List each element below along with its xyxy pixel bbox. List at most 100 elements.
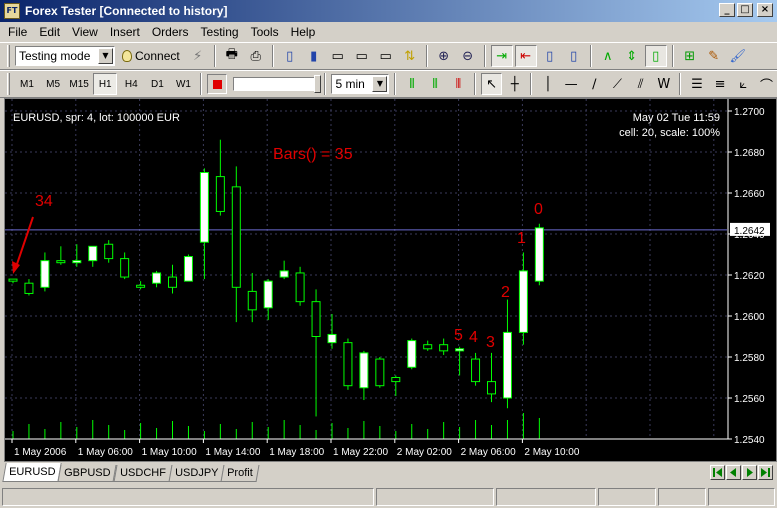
tab-usdjpy[interactable]: USDJPY (168, 465, 225, 482)
wave-icon[interactable]: W (653, 73, 674, 95)
add-template-icon[interactable]: ⊞ (679, 45, 701, 67)
horizontal-line-icon[interactable]: — (561, 73, 582, 95)
step-candles-icon[interactable]: ⫴ (425, 73, 446, 95)
menu-edit[interactable]: Edit (33, 25, 66, 39)
fibo-retracement-icon[interactable]: ☰ (686, 73, 707, 95)
mode-select[interactable]: Testing mode ▼ (15, 46, 115, 66)
printer-icon[interactable]: 🖶 (221, 45, 243, 67)
candle-body (168, 276, 177, 288)
price-label: 1.2560 (734, 394, 765, 405)
maximize-button[interactable]: □ (737, 3, 753, 17)
line-chart-icon[interactable]: ∧ (597, 45, 619, 67)
stop-test-button[interactable] (207, 74, 227, 94)
timeframe-m5[interactable]: M5 (41, 73, 65, 95)
cascade-windows-icon[interactable]: ▯ (563, 45, 585, 67)
chevron-down-icon: ▼ (372, 76, 388, 92)
candle (311, 289, 321, 439)
open-icon[interactable]: ▭ (327, 45, 349, 67)
status-cell (496, 488, 596, 506)
menu-bar: File Edit View Insert Orders Testing Too… (0, 22, 777, 41)
timeframe-h4[interactable]: H4 (119, 73, 143, 95)
last-tab-button[interactable] (758, 465, 773, 480)
jump-candles-icon[interactable]: ⫴ (448, 73, 469, 95)
candle-body (391, 377, 401, 383)
close-button[interactable]: × (757, 3, 773, 17)
menu-tools[interactable]: Tools (245, 25, 285, 39)
mode-select-value: Testing mode (19, 49, 91, 63)
timeframe-d1[interactable]: D1 (145, 73, 169, 95)
minimize-button[interactable]: _ (719, 3, 735, 17)
trend-line-icon[interactable]: ∕ (584, 73, 605, 95)
bar-chart-icon[interactable]: ⇕ (621, 45, 643, 67)
title-bar: FT Forex Tester [Connected to history] _… (0, 0, 777, 22)
new-chart-icon[interactable]: ▯ (279, 45, 301, 67)
autoscroll-icon[interactable]: ⇥ (490, 45, 513, 67)
speed-slider[interactable] (232, 75, 321, 93)
new-project-icon[interactable]: ▮ (303, 45, 325, 67)
candle-body (136, 284, 146, 288)
interval-select[interactable]: 5 min ▼ (331, 74, 390, 94)
speed-slider-thumb[interactable] (313, 75, 321, 93)
time-label: 1 May 06:00 (78, 447, 133, 458)
toolbar-grip[interactable] (7, 73, 10, 95)
candle-body (8, 278, 18, 282)
save-as-icon[interactable]: ▭ (375, 45, 397, 67)
zoom-out-icon[interactable]: ⊖ (457, 45, 479, 67)
fibo-levels-icon[interactable]: ≡ (710, 73, 731, 95)
fibo-arcs-icon[interactable]: ⌒ (756, 73, 777, 95)
tab-label: GBPUSD (64, 467, 112, 479)
timeframe-w1[interactable]: W1 (171, 73, 195, 95)
prev-tab-button[interactable] (726, 465, 741, 480)
connect-button[interactable]: Connect (117, 45, 185, 67)
menu-file[interactable]: File (2, 25, 33, 39)
tab-gbpusd[interactable]: GBPUSD (57, 465, 118, 482)
crosshair-icon[interactable]: ┼ (504, 73, 525, 95)
zoom-in-icon[interactable]: ⊕ (433, 45, 455, 67)
channel-icon[interactable]: ⫽ (630, 73, 651, 95)
status-cell (658, 488, 706, 506)
first-tab-button[interactable] (710, 465, 725, 480)
menu-testing[interactable]: Testing (195, 25, 245, 39)
candle (518, 252, 528, 439)
print-preview-icon[interactable]: ⎙ (245, 45, 267, 67)
save-icon[interactable]: ▭ (351, 45, 373, 67)
timeframe-m15[interactable]: M15 (67, 73, 91, 95)
candle-chart-icon[interactable]: ▯ (644, 45, 667, 67)
window-title: Forex Tester [Connected to history] (25, 4, 228, 18)
toolbar-grip[interactable] (7, 45, 10, 67)
time-label: 1 May 18:00 (269, 447, 324, 458)
test-candles-icon[interactable]: ⫴ (401, 73, 422, 95)
vertical-line-icon[interactable]: │ (537, 73, 558, 95)
fibo-fan-icon[interactable]: ⟀ (733, 73, 754, 95)
menu-orders[interactable]: Orders (146, 25, 195, 39)
menu-view[interactable]: View (66, 25, 104, 39)
candle-body (375, 358, 385, 387)
cursor-icon[interactable]: ↖ (480, 73, 503, 95)
timeframe-h1[interactable]: H1 (93, 73, 118, 95)
tile-windows-icon[interactable]: ▯ (539, 45, 561, 67)
tab-label: USDCHF (120, 467, 166, 479)
price-chart[interactable]: 1.27001.26801.26601.26401.26201.26001.25… (5, 99, 776, 461)
brush-icon[interactable]: 🖌 (727, 45, 749, 67)
interval-select-value: 5 min (335, 77, 365, 91)
next-tab-button[interactable] (742, 465, 757, 480)
arrows-updown-icon[interactable]: ⇅ (399, 45, 421, 67)
tab-profit[interactable]: Profit (220, 465, 260, 482)
tab-label: EURUSD (9, 466, 56, 478)
candle-body (40, 260, 50, 288)
time-label: 2 May 10:00 (524, 447, 579, 458)
chart-window[interactable]: 1.27001.26801.26601.26401.26201.26001.25… (4, 98, 777, 462)
menu-insert[interactable]: Insert (104, 25, 146, 39)
lightning-icon[interactable]: ⚡ (187, 45, 209, 67)
chart-shift-icon[interactable]: ⇤ (514, 45, 537, 67)
candle-body (215, 176, 225, 212)
edit-template-icon[interactable]: ✎ (703, 45, 725, 67)
tab-label: USDJPY (174, 467, 219, 479)
ray-icon[interactable]: ⟋ (607, 73, 628, 95)
bar-index-label: 5 (454, 327, 463, 344)
index-arrow-head (12, 261, 20, 274)
timeframe-m1[interactable]: M1 (15, 73, 39, 95)
menu-help[interactable]: Help (285, 25, 322, 39)
tab-eurusd[interactable]: EURUSD (2, 463, 63, 482)
tab-usdchf[interactable]: USDCHF (113, 465, 173, 482)
